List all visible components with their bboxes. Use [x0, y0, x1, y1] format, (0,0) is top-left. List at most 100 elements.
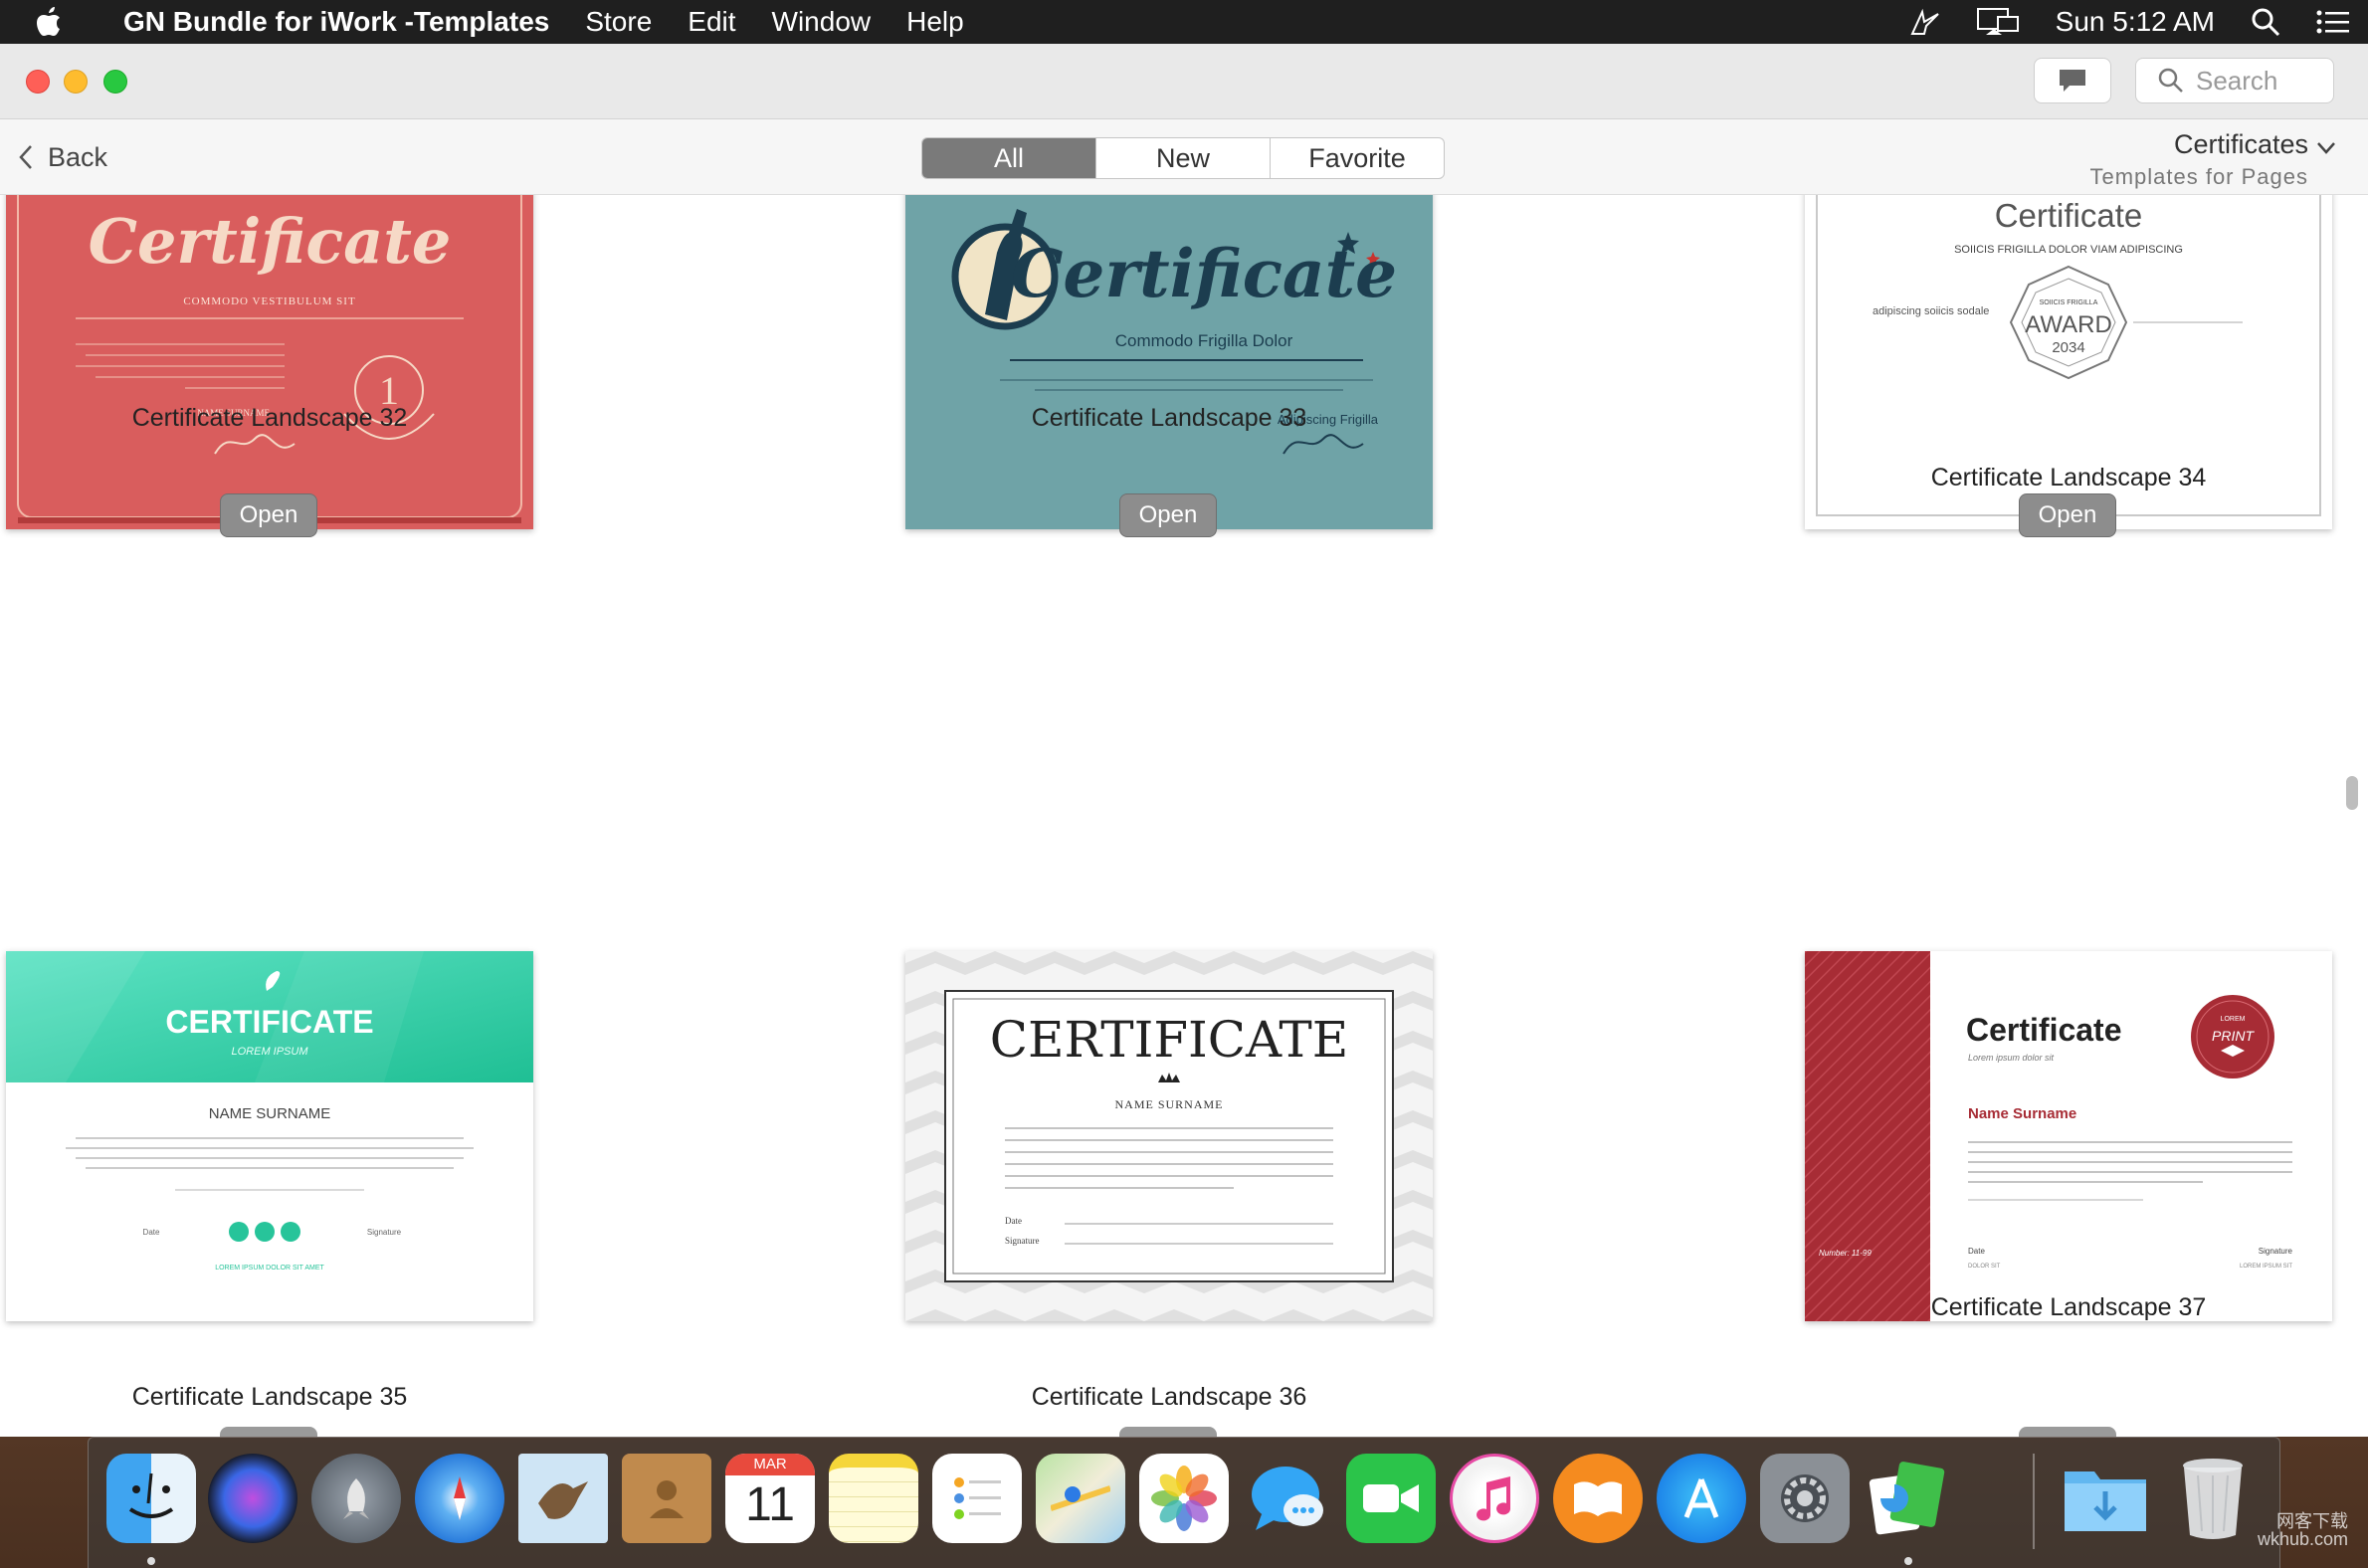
- search-field[interactable]: Search: [2135, 58, 2334, 103]
- reminders-icon[interactable]: [932, 1454, 1022, 1543]
- open-button[interactable]: Open: [2019, 493, 2116, 537]
- running-indicator: [1904, 1557, 1912, 1565]
- menu-store[interactable]: Store: [585, 6, 652, 38]
- menu-app-name[interactable]: GN Bundle for iWork -Templates: [123, 6, 549, 38]
- category-title: Certificates: [2173, 129, 2308, 159]
- mail-icon[interactable]: [518, 1454, 608, 1543]
- contacts-icon[interactable]: [622, 1454, 711, 1543]
- thumb-signature: Signature: [2259, 1247, 2293, 1256]
- feedback-button[interactable]: [2034, 58, 2111, 103]
- spotlight-search-icon[interactable]: [2251, 7, 2280, 37]
- speech-bubble-icon: [2060, 70, 2085, 92]
- thumb-award-year: 2034: [2052, 339, 2084, 356]
- app-window: Search Back All New Favorite Certificate…: [0, 44, 2368, 1437]
- calendar-icon[interactable]: MAR 11: [725, 1454, 815, 1543]
- thumb-heading: Certificate: [1995, 197, 2143, 234]
- facetime-icon[interactable]: [1346, 1454, 1436, 1543]
- finder-icon[interactable]: [106, 1454, 196, 1543]
- vertical-scrollbar[interactable]: [2346, 776, 2358, 810]
- segment-all[interactable]: All: [922, 138, 1096, 178]
- gn-bundle-icon[interactable]: [1864, 1454, 1953, 1543]
- template-name: Certificate Landscape 34: [1930, 464, 2207, 491]
- template-grid: Certificate COMMODO VESTIBULUM SIT NAME …: [0, 195, 2368, 1437]
- back-label: Back: [48, 141, 108, 172]
- thumb-subtitle: SOIICIS FRIGILLA DOLOR VIAM ADIPISCING: [1954, 244, 2183, 256]
- apple-icon[interactable]: [36, 7, 86, 37]
- template-thumbnail[interactable]: CERTIFICATE LOREM IPSUM NAME SURNAME Dat…: [6, 951, 533, 1321]
- template-thumbnail[interactable]: Certificate Commodo Frigilla Dolor Adipi…: [905, 195, 1433, 529]
- chevron-down-icon: [2317, 142, 2335, 154]
- segment-favorite[interactable]: Favorite: [1271, 138, 1444, 178]
- app-store-icon[interactable]: [1657, 1454, 1746, 1543]
- cast-icon[interactable]: [1910, 8, 1940, 36]
- template-thumbnail[interactable]: Certificate COMMODO VESTIBULUM SIT NAME …: [6, 195, 533, 529]
- watermark-line: wkhub.com: [2257, 1529, 2348, 1549]
- open-button[interactable]: [2019, 1427, 2116, 1437]
- search-icon: [2158, 68, 2183, 93]
- thumb-subtitle: LOREM IPSUM: [231, 1046, 308, 1058]
- thumb-left-text: adipiscing soiicis sodale: [1873, 305, 1989, 317]
- thumb-signature: Signature: [367, 1228, 402, 1237]
- trash-icon[interactable]: [2168, 1454, 2258, 1543]
- watermark: 网客下载 wkhub.com: [2258, 1512, 2348, 1548]
- filter-segmented-control: All New Favorite: [921, 137, 1445, 179]
- menu-bar: GN Bundle for iWork -Templates Store Edi…: [0, 0, 2368, 44]
- category-subtitle: Templates for Pages: [2089, 164, 2308, 189]
- template-name: Certificate Landscape 37: [1930, 1293, 2207, 1321]
- menu-help[interactable]: Help: [906, 6, 964, 38]
- downloads-folder-icon[interactable]: [2061, 1454, 2150, 1543]
- dock-separator: [2033, 1454, 2035, 1549]
- messages-icon[interactable]: [1243, 1454, 1332, 1543]
- photos-icon[interactable]: [1139, 1454, 1229, 1543]
- thumb-subtitle: Commodo Frigilla Dolor: [1115, 331, 1293, 350]
- template-name: Certificate Landscape 33: [1031, 404, 1307, 432]
- back-button[interactable]: Back: [18, 137, 107, 177]
- safari-icon[interactable]: [415, 1454, 504, 1543]
- template-name: Certificate Landscape 36: [1031, 1383, 1307, 1411]
- template-thumbnail[interactable]: Number: 11-99 Certificate Lorem ipsum do…: [1805, 951, 2332, 1321]
- open-button[interactable]: Open: [1119, 493, 1217, 537]
- thumb-heading: Certificate: [1011, 235, 1397, 312]
- siri-icon[interactable]: [208, 1454, 297, 1543]
- zoom-window-button[interactable]: [103, 70, 127, 94]
- thumb-heading: CERTIFICATE: [165, 1004, 373, 1040]
- template-thumbnail[interactable]: CERTIFICATE NAME SURNAME Date Signature: [905, 951, 1433, 1321]
- maps-icon[interactable]: [1036, 1454, 1125, 1543]
- open-button[interactable]: Open: [220, 493, 317, 537]
- open-button[interactable]: [220, 1427, 317, 1437]
- system-preferences-icon[interactable]: [1760, 1454, 1850, 1543]
- category-selector[interactable]: Certificates Templates for Pages: [2089, 129, 2335, 190]
- thumb-award: AWARD: [2025, 311, 2112, 338]
- thumb-date: Date: [143, 1228, 160, 1237]
- thumb-name: NAME SURNAME: [209, 1105, 331, 1122]
- notification-center-icon[interactable]: [2316, 9, 2350, 35]
- navigation-bar: Back All New Favorite Certificates Templ…: [0, 119, 2368, 195]
- template-name: Certificate Landscape 32: [131, 404, 408, 432]
- watermark-line: 网客下载: [2276, 1511, 2348, 1531]
- launchpad-icon[interactable]: [311, 1454, 401, 1543]
- thumb-date-sub: DOLOR SIT: [1968, 1264, 2001, 1270]
- thumb-date: Date: [1005, 1216, 1022, 1226]
- segment-new[interactable]: New: [1096, 138, 1271, 178]
- ibooks-icon[interactable]: [1553, 1454, 1643, 1543]
- menu-clock[interactable]: Sun 5:12 AM: [2056, 6, 2215, 38]
- title-bar: Search: [0, 44, 2368, 119]
- minimize-window-button[interactable]: [64, 70, 88, 94]
- thumb-award-top: SOIICIS FRIGILLA: [2040, 299, 2098, 306]
- itunes-icon[interactable]: [1450, 1454, 1539, 1543]
- thumb-name: NAME SURNAME: [1114, 1097, 1223, 1111]
- calendar-day: 11: [745, 1478, 795, 1531]
- thumb-heading: Certificate: [1966, 1012, 2122, 1048]
- thumb-heading: CERTIFICATE: [990, 1011, 1349, 1069]
- display-mirroring-icon[interactable]: [1976, 7, 2020, 37]
- close-window-button[interactable]: [26, 70, 50, 94]
- notes-icon[interactable]: [829, 1454, 918, 1543]
- open-button[interactable]: [1119, 1427, 1217, 1437]
- thumb-seal-top: LOREM: [2221, 1016, 2246, 1023]
- menu-window[interactable]: Window: [772, 6, 872, 38]
- menu-edit[interactable]: Edit: [688, 6, 735, 38]
- dock: MAR 11: [88, 1437, 2280, 1568]
- calendar-month: MAR: [725, 1454, 815, 1475]
- thumb-signature-sub: LOREM IPSUM SIT: [2240, 1264, 2292, 1270]
- thumb-heading: Certificate: [89, 205, 452, 278]
